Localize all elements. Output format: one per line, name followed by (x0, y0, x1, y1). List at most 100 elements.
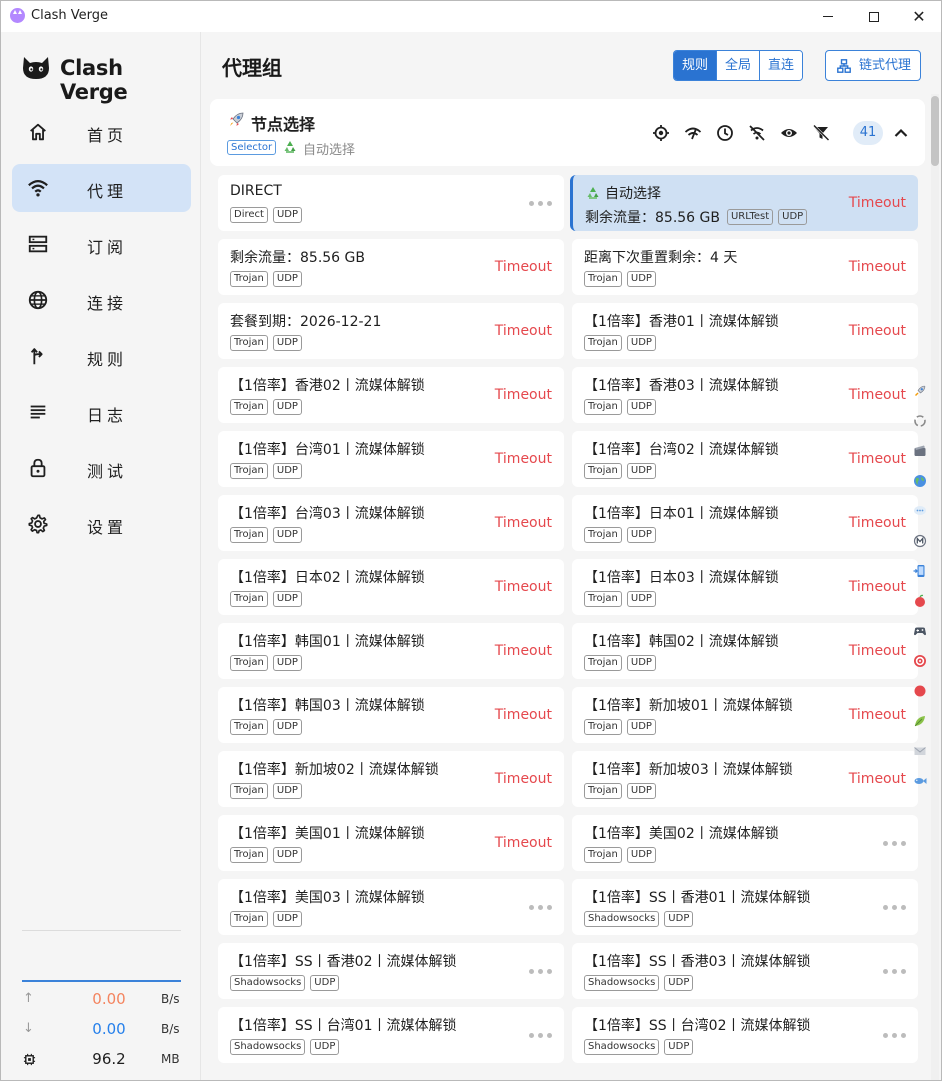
chevron-up-icon[interactable] (892, 124, 910, 142)
nav-item-test[interactable]: 测试 (12, 444, 191, 492)
proxy-delay[interactable]: Timeout (849, 195, 906, 211)
speech-index-icon[interactable] (913, 504, 927, 518)
proxy-card[interactable]: 【1倍率】SS丨香港03丨流媒体解锁 Shadowsocks UDP (572, 943, 918, 999)
chain-proxy-button[interactable]: 链式代理 (825, 50, 921, 81)
more-dots-icon[interactable] (529, 1033, 552, 1038)
proxy-card[interactable]: 【1倍率】SS丨香港02丨流媒体解锁 Shadowsocks UDP (218, 943, 564, 999)
more-dots-icon[interactable] (883, 1033, 906, 1038)
proxy-delay[interactable]: Timeout (849, 259, 906, 275)
proxy-tags: Trojan UDP (230, 591, 302, 607)
mode-direct-button[interactable]: 直连 (760, 51, 803, 80)
red-circle-index-icon[interactable] (913, 684, 927, 698)
proxy-card[interactable]: 【1倍率】SS丨台湾01丨流媒体解锁 Shadowsocks UDP (218, 1007, 564, 1063)
proxy-card[interactable]: 【1倍率】新加坡03丨流媒体解锁 Trojan UDP Timeout (572, 751, 918, 807)
proxy-card[interactable]: 【1倍率】香港01丨流媒体解锁 Trojan UDP Timeout (572, 303, 918, 359)
proxy-delay[interactable]: Timeout (849, 707, 906, 723)
proxy-card[interactable]: 距离下次重置剩余：4 天 Trojan UDP Timeout (572, 239, 918, 295)
proxy-card[interactable]: 【1倍率】台湾02丨流媒体解锁 Trojan UDP Timeout (572, 431, 918, 487)
eye-icon[interactable] (780, 124, 798, 142)
proxy-delay[interactable]: Timeout (495, 771, 552, 787)
recycle-index-icon[interactable] (913, 414, 927, 428)
clock-icon[interactable] (716, 124, 734, 142)
mode-rule-button[interactable]: 规则 (674, 51, 718, 80)
proxy-card[interactable]: 【1倍率】台湾03丨流媒体解锁 Trojan UDP Timeout (218, 495, 564, 551)
proxy-card-selected[interactable]: 自动选择 剩余流量：85.56 GB URLTest UDP Timeout (570, 175, 918, 231)
proxy-delay[interactable]: Timeout (495, 387, 552, 403)
nav-item-profiles[interactable]: 订阅 (12, 220, 191, 268)
mode-global-button[interactable]: 全局 (717, 51, 761, 80)
proxy-card[interactable]: 【1倍率】韩国02丨流媒体解锁 Trojan UDP Timeout (572, 623, 918, 679)
nav-item-logs[interactable]: 日志 (12, 388, 191, 436)
proxy-delay[interactable]: Timeout (849, 451, 906, 467)
proxy-card[interactable]: 【1倍率】韩国01丨流媒体解锁 Trojan UDP Timeout (218, 623, 564, 679)
proxy-delay[interactable]: Timeout (849, 579, 906, 595)
locate-icon[interactable] (652, 124, 670, 142)
close-button[interactable]: ✕ (896, 1, 941, 32)
leaf-index-icon[interactable] (913, 714, 927, 728)
phone-index-icon[interactable] (913, 564, 927, 578)
proxy-delay[interactable]: Timeout (849, 387, 906, 403)
more-dots-icon[interactable] (883, 905, 906, 910)
network-check-icon[interactable] (684, 124, 702, 142)
proxy-delay[interactable]: Timeout (495, 451, 552, 467)
proxy-card[interactable]: 套餐到期：2026-12-21 Trojan UDP Timeout (218, 303, 564, 359)
proxy-delay[interactable]: Timeout (495, 835, 552, 851)
apple-index-icon[interactable] (913, 594, 927, 608)
proxy-card[interactable]: 【1倍率】美国01丨流媒体解锁 Trojan UDP Timeout (218, 815, 564, 871)
proxy-card[interactable]: 【1倍率】台湾01丨流媒体解锁 Trojan UDP Timeout (218, 431, 564, 487)
proxy-delay[interactable]: Timeout (495, 259, 552, 275)
proxy-tag: UDP (272, 271, 302, 287)
fish-index-icon[interactable] (913, 774, 927, 788)
proxy-delay[interactable]: Timeout (495, 643, 552, 659)
rocket-index-icon[interactable] (913, 384, 927, 398)
proxy-delay[interactable]: Timeout (495, 579, 552, 595)
earth-index-icon[interactable] (913, 474, 927, 488)
film-index-icon[interactable] (913, 444, 927, 458)
proxy-delay[interactable]: Timeout (849, 323, 906, 339)
more-dots-icon[interactable] (529, 905, 552, 910)
proxy-delay[interactable]: Timeout (849, 643, 906, 659)
proxy-card[interactable]: 【1倍率】日本01丨流媒体解锁 Trojan UDP Timeout (572, 495, 918, 551)
target-index-icon[interactable] (913, 654, 927, 668)
proxy-delay[interactable]: Timeout (495, 515, 552, 531)
proxy-delay[interactable]: Timeout (495, 323, 552, 339)
proxy-card[interactable]: 【1倍率】SS丨香港01丨流媒体解锁 Shadowsocks UDP (572, 879, 918, 935)
proxy-tag: Trojan (230, 719, 268, 735)
proxy-card[interactable]: 【1倍率】美国03丨流媒体解锁 Trojan UDP (218, 879, 564, 935)
proxy-card[interactable]: 【1倍率】日本03丨流媒体解锁 Trojan UDP Timeout (572, 559, 918, 615)
more-dots-icon[interactable] (529, 969, 552, 974)
download-speed: ↓ 0.00 B/s (21, 1019, 183, 1041)
proxy-card[interactable]: 【1倍率】新加坡01丨流媒体解锁 Trojan UDP Timeout (572, 687, 918, 743)
proxy-card[interactable]: DIRECT Direct UDP (218, 175, 564, 231)
more-dots-icon[interactable] (883, 841, 906, 846)
lines-icon (30, 405, 46, 419)
maximize-button[interactable] (851, 1, 897, 32)
minimize-button[interactable] (805, 1, 851, 32)
proxy-card[interactable]: 【1倍率】韩国03丨流媒体解锁 Trojan UDP Timeout (218, 687, 564, 743)
metro-index-icon[interactable] (913, 534, 927, 548)
scrollbar-thumb[interactable] (931, 96, 939, 166)
proxy-card[interactable]: 【1倍率】美国02丨流媒体解锁 Trojan UDP (572, 815, 918, 871)
nav-item-proxies[interactable]: 代理 (12, 164, 191, 212)
proxy-delay[interactable]: Timeout (849, 515, 906, 531)
filter-off-icon[interactable] (812, 124, 830, 142)
gamepad-index-icon[interactable] (913, 624, 927, 638)
more-dots-icon[interactable] (529, 201, 552, 206)
proxy-card[interactable]: 【1倍率】日本02丨流媒体解锁 Trojan UDP Timeout (218, 559, 564, 615)
proxy-card[interactable]: 【1倍率】香港02丨流媒体解锁 Trojan UDP Timeout (218, 367, 564, 423)
proxy-card[interactable]: 剩余流量：85.56 GB Trojan UDP Timeout (218, 239, 564, 295)
proxy-card[interactable]: 【1倍率】SS丨台湾02丨流媒体解锁 Shadowsocks UDP (572, 1007, 918, 1063)
envelope-index-icon[interactable] (913, 744, 927, 758)
proxy-card[interactable]: 【1倍率】香港03丨流媒体解锁 Trojan UDP Timeout (572, 367, 918, 423)
more-dots-icon[interactable] (883, 969, 906, 974)
proxy-group-header[interactable]: 节点选择 Selector 自动选择 41 (210, 99, 925, 166)
nav-item-settings[interactable]: 设置 (12, 500, 191, 548)
nav-item-connections[interactable]: 连接 (12, 276, 191, 324)
proxy-delay[interactable]: Timeout (849, 771, 906, 787)
nav-item-rules[interactable]: 规则 (12, 332, 191, 380)
proxy-card[interactable]: 【1倍率】新加坡02丨流媒体解锁 Trojan UDP Timeout (218, 751, 564, 807)
scrollbar[interactable] (931, 94, 939, 1080)
proxy-delay[interactable]: Timeout (495, 707, 552, 723)
wifi-off-icon[interactable] (748, 124, 766, 142)
nav-item-home[interactable]: 首页 (12, 108, 191, 156)
